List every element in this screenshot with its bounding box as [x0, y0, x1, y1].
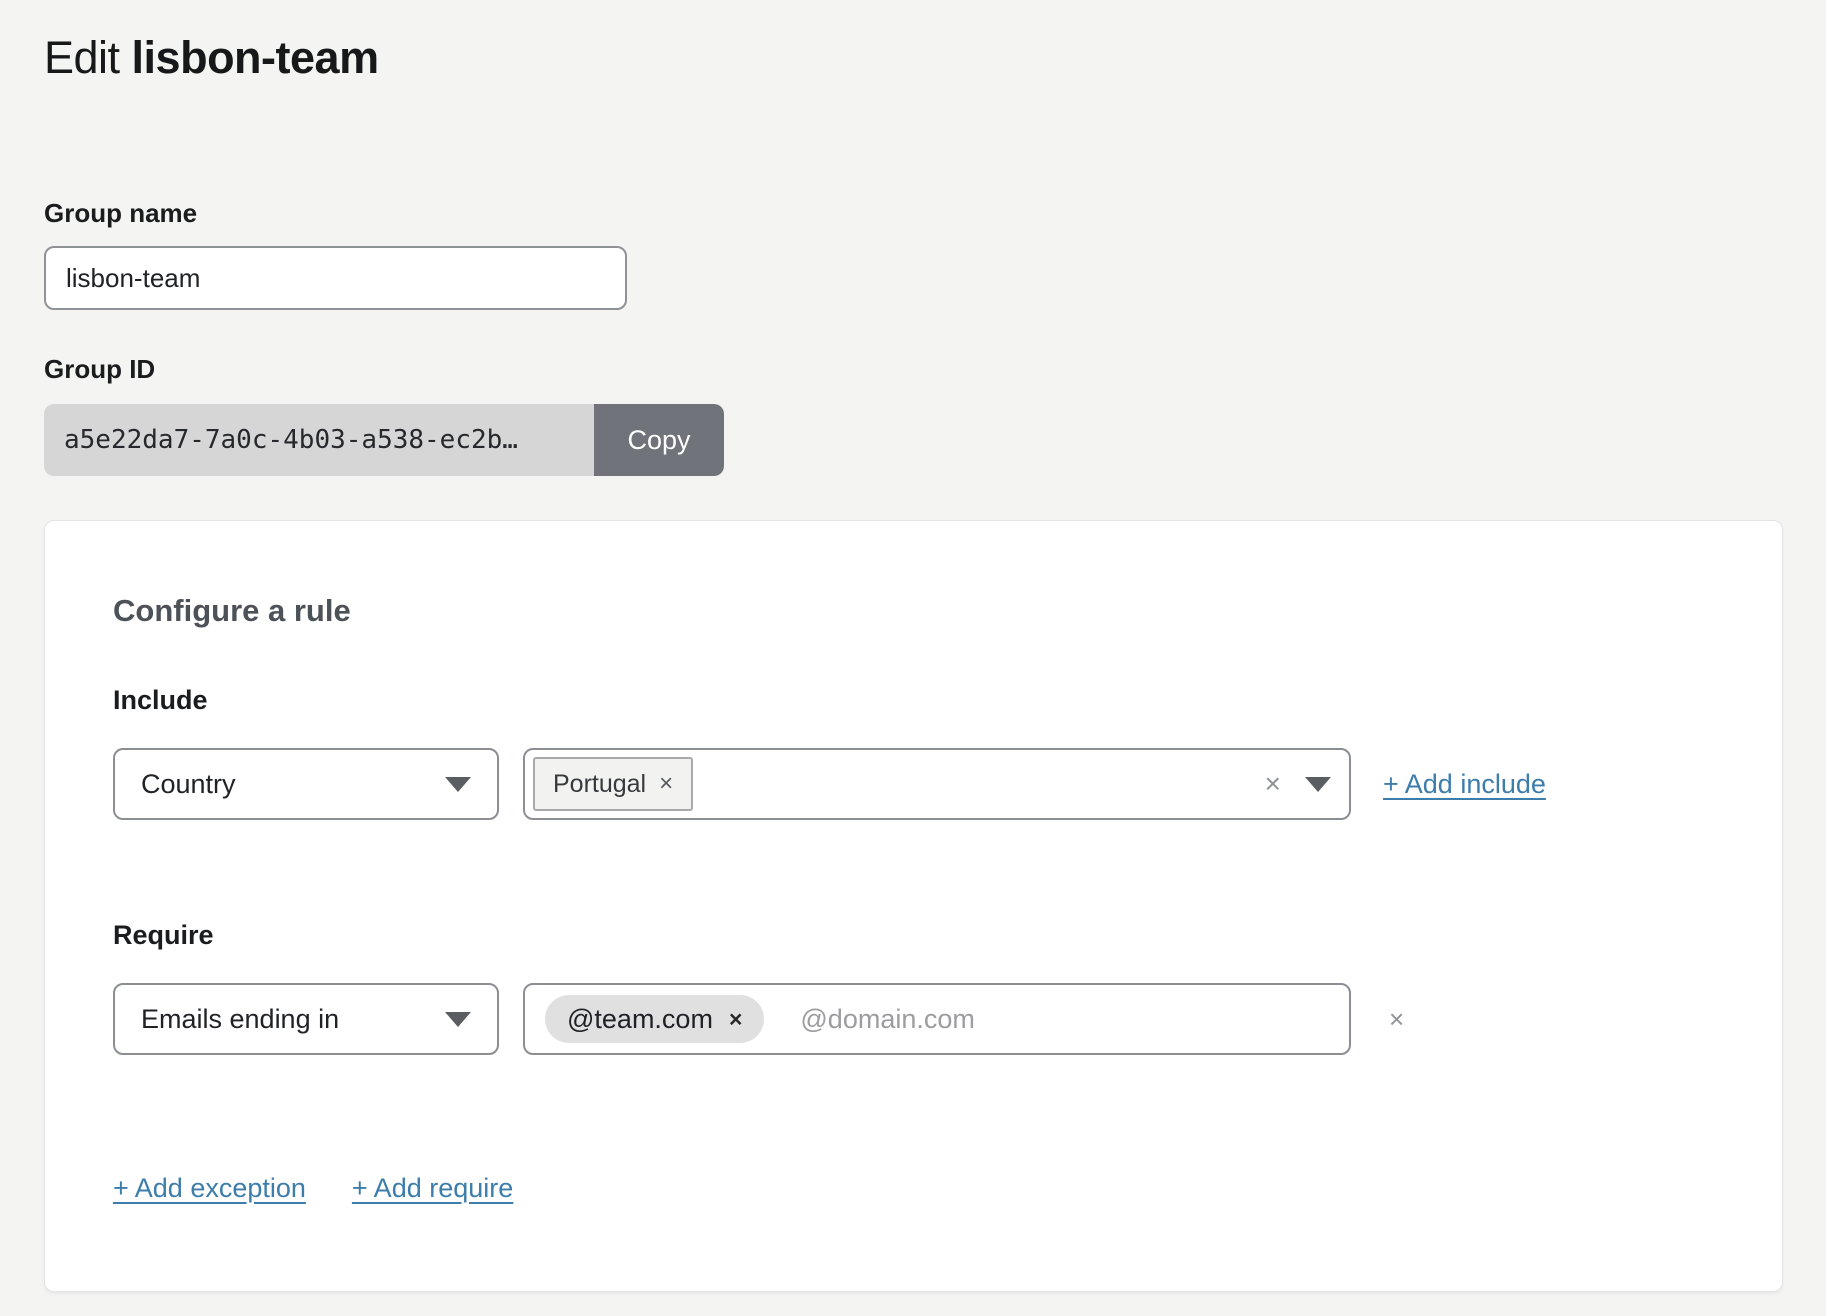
rule-card: Configure a rule Include Country Portuga…	[44, 520, 1783, 1292]
include-label: Include	[113, 685, 1714, 716]
group-id-label: Group ID	[44, 354, 1783, 384]
clear-selection-icon[interactable]: ×	[1265, 770, 1281, 798]
group-name-input[interactable]	[44, 246, 627, 310]
copy-button[interactable]: Copy	[594, 404, 724, 476]
rule-footer-links: + Add exception + Add require	[113, 1173, 1714, 1204]
page-title-group-name: lisbon-team	[132, 32, 379, 83]
add-include-link[interactable]: + Add include	[1383, 769, 1546, 800]
add-exception-link[interactable]: + Add exception	[113, 1173, 306, 1204]
group-id-row: a5e22da7-7a0c-4b03-a538-ec2b… Copy	[44, 404, 724, 476]
require-rule-row: Emails ending in @team.com × ×	[113, 983, 1714, 1055]
domain-input[interactable]	[764, 1004, 1331, 1035]
include-rule-row: Country Portugal × × + Add include	[113, 748, 1714, 820]
email-tag: @team.com ×	[545, 995, 764, 1043]
page-title-prefix: Edit	[44, 32, 132, 83]
include-selector-dropdown[interactable]: Country	[113, 748, 499, 820]
page-title: Edit lisbon-team	[44, 30, 1783, 86]
chevron-down-icon[interactable]	[1305, 777, 1331, 792]
require-selector-dropdown[interactable]: Emails ending in	[113, 983, 499, 1055]
group-id-value: a5e22da7-7a0c-4b03-a538-ec2b…	[44, 404, 594, 476]
group-name-label: Group name	[44, 198, 1783, 228]
remove-email-tag-icon[interactable]: ×	[729, 1008, 742, 1031]
rule-card-heading: Configure a rule	[113, 521, 1714, 629]
remove-require-rule-icon[interactable]: ×	[1389, 1006, 1404, 1032]
require-value-field[interactable]: @team.com ×	[523, 983, 1351, 1055]
require-selector-value: Emails ending in	[141, 1004, 339, 1035]
add-require-link[interactable]: + Add require	[352, 1173, 513, 1204]
include-value-multiselect[interactable]: Portugal × ×	[523, 748, 1351, 820]
email-tag-label: @team.com	[567, 1004, 713, 1035]
remove-country-tag-icon[interactable]: ×	[659, 772, 673, 796]
country-tag-label: Portugal	[553, 770, 646, 799]
chevron-down-icon	[445, 1012, 471, 1027]
chevron-down-icon	[445, 777, 471, 792]
include-selector-value: Country	[141, 769, 236, 800]
page-content: Edit lisbon-team Group name Group ID a5e…	[0, 0, 1826, 1292]
country-tag: Portugal ×	[533, 757, 693, 811]
require-label: Require	[113, 920, 1714, 951]
